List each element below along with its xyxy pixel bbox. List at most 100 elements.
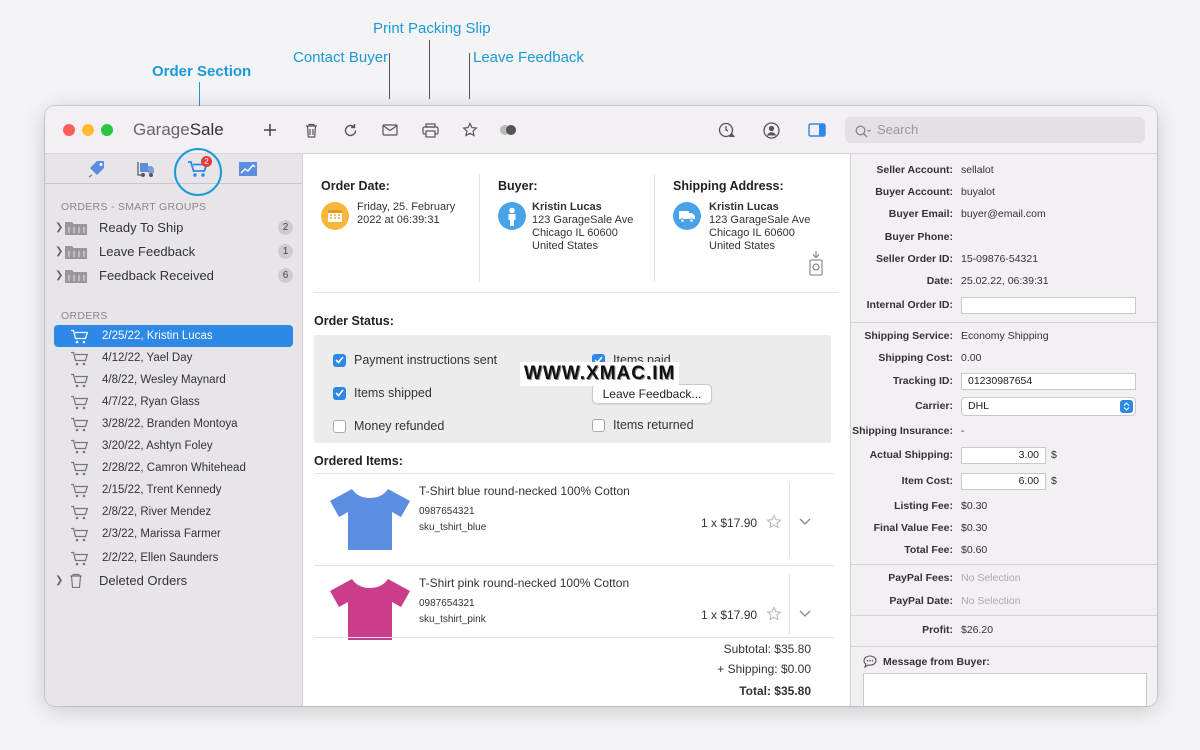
star-icon[interactable] xyxy=(766,606,782,622)
detail-seller-order-id: Seller Order ID: 15-09876-54321 xyxy=(851,248,1157,270)
detail-shipping-cost: Shipping Cost: 0.00 xyxy=(851,347,1157,369)
chevron-right-icon[interactable]: ❯ xyxy=(55,222,65,233)
item-sku: sku_tshirt_blue xyxy=(419,522,487,533)
order-row-selected[interactable]: 2/25/22, Kristin Lucas xyxy=(54,325,293,347)
orders-heading: ORDERS xyxy=(61,310,108,322)
zoom-window-button[interactable] xyxy=(101,124,113,136)
smart-group-count: 1 xyxy=(278,243,293,259)
detail-key: Profit: xyxy=(922,624,953,636)
grand-total: Total: $35.80 xyxy=(739,684,811,698)
smart-group-feedback-received[interactable]: ❯ Feedback Received 6 xyxy=(55,264,293,286)
listings-tag-icon[interactable] xyxy=(86,159,110,179)
smart-group-ready-to-ship[interactable]: ❯ Ready To Ship 2 xyxy=(55,216,293,238)
order-row[interactable]: 3/28/22, Branden Montoya xyxy=(54,413,293,435)
order-row[interactable]: 4/8/22, Wesley Maynard xyxy=(54,369,293,391)
order-status-box: Payment instructions sent Items paid Ite… xyxy=(314,335,831,443)
app-title-part: Garage xyxy=(133,120,190,139)
divider xyxy=(851,615,1157,616)
actual-shipping-input[interactable]: 3.00 xyxy=(961,446,1046,464)
detail-key: Total Fee: xyxy=(904,544,953,556)
chevron-right-icon[interactable]: ❯ xyxy=(55,575,65,586)
sidebar-toggle-icon[interactable] xyxy=(807,120,827,140)
item-cost-input[interactable]: 6.00 xyxy=(961,472,1046,490)
chevron-down-icon[interactable] xyxy=(799,610,811,618)
toolbar: GarageSale Search xyxy=(45,106,1157,154)
shipping-forklift-icon[interactable] xyxy=(135,159,159,179)
divider xyxy=(314,292,838,293)
detail-total-fee: Total Fee: $0.60 xyxy=(851,539,1157,561)
leave-feedback-button[interactable]: Leave Feedback... xyxy=(592,384,712,404)
shipping-total: + Shipping: $0.00 xyxy=(717,662,811,676)
tracking-id-input[interactable]: 01230987654 xyxy=(961,372,1136,390)
cart-icon xyxy=(71,329,89,343)
detail-value: No Selection xyxy=(961,572,1021,584)
order-row-label: 4/8/22, Wesley Maynard xyxy=(102,374,226,386)
orders-cart-icon[interactable]: 2 xyxy=(186,156,212,179)
message-from-buyer-textarea[interactable] xyxy=(863,673,1147,706)
smart-group-leave-feedback[interactable]: ❯ Leave Feedback 1 xyxy=(55,240,293,262)
add-icon[interactable] xyxy=(260,120,280,140)
money-refunded-checkbox[interactable]: Money refunded xyxy=(333,419,444,433)
detail-key: Listing Fee: xyxy=(894,500,953,512)
download-label-icon[interactable] xyxy=(807,250,825,278)
cart-badge: 2 xyxy=(201,156,212,167)
order-row[interactable]: 2/2/22, Ellen Saunders xyxy=(54,547,293,569)
order-row[interactable]: 4/7/22, Ryan Glass xyxy=(54,391,293,413)
user-account-icon[interactable] xyxy=(761,120,781,140)
shipping-address-label: Shipping Address: xyxy=(673,179,784,193)
internal-order-id-input[interactable] xyxy=(961,296,1136,314)
chevron-down-icon[interactable] xyxy=(799,518,811,526)
detail-value: 0.00 xyxy=(961,352,982,364)
order-row-label: 3/28/22, Branden Montoya xyxy=(102,418,238,430)
item-sku: sku_tshirt_pink xyxy=(419,614,486,625)
item-title: T-Shirt blue round-necked 100% Cotton xyxy=(419,484,630,498)
order-row[interactable]: 3/20/22, Ashtyn Foley xyxy=(54,435,293,457)
payment-instructions-sent-checkbox[interactable]: Payment instructions sent xyxy=(333,353,497,367)
order-row[interactable]: 4/12/22, Yael Day xyxy=(54,347,293,369)
order-row[interactable]: 2/8/22, River Mendez xyxy=(54,501,293,523)
currency-symbol: $ xyxy=(1051,449,1057,461)
print-icon[interactable] xyxy=(420,120,440,140)
search-input[interactable]: Search xyxy=(845,117,1145,143)
mail-icon[interactable] xyxy=(380,120,400,140)
cart-icon xyxy=(71,439,89,453)
trash-icon[interactable] xyxy=(301,120,321,140)
tshirt-pink-shape xyxy=(330,579,410,640)
close-window-button[interactable] xyxy=(63,124,75,136)
detail-internal-order-id: Internal Order ID: xyxy=(851,294,1157,316)
star-icon[interactable] xyxy=(460,120,480,140)
toggle-icon[interactable] xyxy=(498,120,518,140)
order-date-line2: 2022 at 06:39:31 xyxy=(357,214,440,226)
order-row[interactable]: 2/28/22, Camron Whitehead xyxy=(54,457,293,479)
order-row[interactable]: 2/3/22, Marissa Farmer xyxy=(54,523,293,545)
tshirt-blue-image xyxy=(330,489,410,550)
detail-value[interactable]: buyer@email.com xyxy=(961,208,1046,220)
trash-folder-icon xyxy=(70,573,82,588)
chevron-right-icon[interactable]: ❯ xyxy=(55,246,65,257)
statistics-chart-icon[interactable] xyxy=(236,159,260,179)
chevron-right-icon[interactable]: ❯ xyxy=(55,270,65,281)
minimize-window-button[interactable] xyxy=(82,124,94,136)
divider xyxy=(851,564,1157,565)
order-row[interactable]: 2/15/22, Trent Kennedy xyxy=(54,479,293,501)
activity-icon[interactable] xyxy=(717,120,737,140)
deleted-orders[interactable]: ❯ Deleted Orders xyxy=(55,569,293,591)
checkbox-label: Items shipped xyxy=(354,386,432,400)
items-returned-checkbox[interactable]: Items returned xyxy=(592,418,694,432)
items-shipped-checkbox[interactable]: Items shipped xyxy=(333,386,432,400)
ordered-item-row[interactable]: T-Shirt blue round-necked 100% Cotton 09… xyxy=(314,473,834,565)
carrier-select[interactable]: DHL xyxy=(961,396,1136,416)
detail-paypal-fees: PayPal Fees: No Selection xyxy=(851,567,1157,589)
message-from-buyer-label: Message from Buyer: xyxy=(883,655,990,668)
detail-value: $0.60 xyxy=(961,544,988,556)
detail-key: Buyer Email: xyxy=(888,208,953,220)
item-qty-price: 1 x $17.90 xyxy=(701,608,758,622)
checkbox-label: Money refunded xyxy=(354,419,445,433)
item-title: T-Shirt pink round-necked 100% Cotton xyxy=(419,576,630,590)
detail-value: $0.30 xyxy=(961,522,988,534)
detail-seller-account: Seller Account: sellalot xyxy=(851,159,1157,181)
smart-folder-icon xyxy=(65,269,87,283)
refresh-icon[interactable] xyxy=(340,120,360,140)
detail-value: $0.30 xyxy=(961,500,988,512)
star-icon[interactable] xyxy=(766,514,782,530)
